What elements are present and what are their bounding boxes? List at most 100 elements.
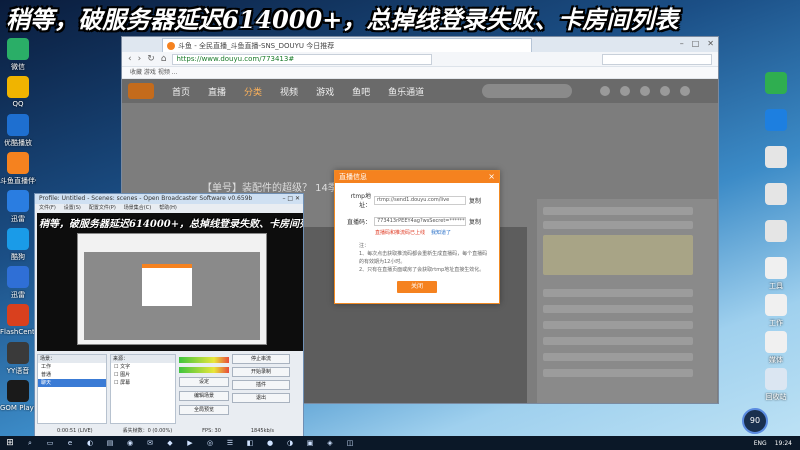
taskbar-app-icon[interactable]: ▶ [182,438,198,448]
rtmp-field[interactable]: rtmp://send1.douyu.com/live [374,195,466,205]
speed-widget[interactable]: 90 [742,408,768,434]
scenes-header: 场景： [38,355,106,363]
desktop-icon[interactable]: 回收站 [758,368,794,402]
forward-arrow-icon[interactable]: › [138,54,142,64]
taskbar-app-icon[interactable]: ☰ [222,438,238,448]
source-item[interactable]: ☐ 图片 [111,371,175,379]
desktop-icon[interactable] [758,146,794,170]
history-icon[interactable] [600,86,611,96]
desktop-icon[interactable] [758,220,794,244]
plugins-button[interactable]: 插件 [232,380,290,390]
nav-category[interactable]: 分类 [244,85,262,98]
desktop-icon[interactable]: 迅雷 [0,266,36,300]
desktop-icon[interactable]: GOM Player [0,380,36,412]
language-indicator[interactable]: ENG [754,440,767,447]
back-arrow-icon[interactable]: ‹ [128,54,132,64]
obs-window[interactable]: Profile: Untitled - Scenes: scenes - Ope… [34,193,304,437]
chat-panel [537,199,717,403]
message-icon[interactable] [660,86,671,96]
taskbar-app-icon[interactable]: ◑ [282,438,298,448]
desktop-icon[interactable]: 工作 [758,294,794,328]
obs-panels: 场景： 工作 普通 聊天 来源： ☐ 文字 ☐ 图片 ☐ 屏幕 设定 编辑场景 … [37,354,303,424]
taskbar-app-icon[interactable]: ◆ [162,438,178,448]
settings-button[interactable]: 设定 [179,377,229,387]
nav-yule[interactable]: 鱼乐通道 [388,85,424,98]
exit-button[interactable]: 退出 [232,393,290,403]
taskbar-app-icon[interactable]: ▤ [102,438,118,448]
desktop-icon[interactable]: QQ [0,76,36,108]
user-avatar-icon[interactable] [680,86,691,96]
taskbar-app-icon[interactable]: ◉ [122,438,138,448]
desktop-icon[interactable] [758,183,794,207]
obs-maximize-button[interactable]: □ [287,195,293,202]
taskbar-app-icon[interactable]: ● [262,438,278,448]
minimize-button[interactable]: – [680,39,684,48]
scene-item[interactable]: 工作 [38,363,106,371]
scene-item-selected[interactable]: 聊天 [38,379,106,387]
nav-home[interactable]: 首页 [172,85,190,98]
taskbar-app-icon[interactable]: ✉ [142,438,158,448]
bookmarks-bar[interactable]: 收藏 游戏 视频 ... [122,67,718,79]
source-item[interactable]: ☐ 文字 [111,363,175,371]
nav-yuba[interactable]: 鱼吧 [352,85,370,98]
dialog-close-button[interactable]: 关闭 [397,281,437,293]
desktop-icon[interactable]: FlashCenter [0,304,36,336]
nav-video[interactable]: 视频 [280,85,298,98]
taskbar-app-icon[interactable]: ▭ [42,438,58,448]
chat-message [543,221,693,229]
clock[interactable]: 19:24 [775,440,792,447]
taskbar-app-icon[interactable]: ◈ [322,438,338,448]
refresh-icon[interactable]: ↻ [147,54,155,64]
edit-scene-button[interactable]: 编辑场景 [179,391,229,401]
menu-help[interactable]: 帮助(H) [159,204,177,213]
chat-message [543,369,693,377]
obs-close-button[interactable]: ✕ [295,195,300,202]
desktop-icon[interactable]: 优酷播放 [0,114,36,148]
site-search-input[interactable] [482,84,573,98]
nav-live[interactable]: 直播 [208,85,226,98]
desktop-icon[interactable] [758,72,794,96]
desktop-icon[interactable]: 工具 [758,257,794,291]
close-button[interactable]: ✕ [707,39,714,48]
menu-scene-collection[interactable]: 场景集合(C) [124,204,151,213]
nav-game[interactable]: 游戏 [316,85,334,98]
browser-search-input[interactable] [602,53,712,65]
stop-stream-button[interactable]: 停止串流 [232,354,290,364]
windows-start-icon[interactable]: ⊞ [0,438,20,448]
taskbar-app-icon[interactable]: ◐ [82,438,98,448]
desktop-icon[interactable]: 媒体 [758,331,794,365]
taskbar-app-icon[interactable]: ◫ [342,438,358,448]
desktop-icon-label: 迅雷 [11,291,25,299]
download-icon[interactable] [640,86,651,96]
url-input[interactable]: https://www.douyu.com/773413# [172,53,433,65]
home-icon[interactable]: ⌂ [161,54,167,64]
taskbar-app-icon[interactable]: ▣ [302,438,318,448]
taskbar-app-icon[interactable]: e [62,438,78,448]
desktop-icon[interactable]: 迅雷 [0,190,36,224]
source-item[interactable]: ☐ 屏幕 [111,379,175,387]
copy-rtmp-button[interactable]: 复制 [469,196,481,205]
scene-item[interactable]: 普通 [38,371,106,379]
taskbar-app-icon[interactable]: ◧ [242,438,258,448]
douyu-logo[interactable] [128,83,154,99]
dialog-close-icon[interactable]: × [488,171,495,183]
acknowledge-link[interactable]: 我知道了 [431,229,451,236]
maximize-button[interactable]: □ [692,39,700,48]
menu-profile[interactable]: 配置文件(P) [89,204,116,213]
desktop-icon[interactable] [758,109,794,133]
copy-code-button[interactable]: 复制 [469,217,481,226]
stream-code-field[interactable]: 773413rPEEY4ag?wsSecret=************ [374,217,466,226]
fullscreen-preview-button[interactable]: 全局预览 [179,405,229,415]
start-record-button[interactable]: 开始录制 [232,367,290,377]
obs-minimize-button[interactable]: – [282,195,285,202]
menu-settings[interactable]: 设置(S) [64,204,81,213]
desktop-icon[interactable]: 斗鱼直播伴侣 [0,152,36,186]
desktop-icon[interactable]: 微信 [0,38,36,72]
desktop-icon[interactable]: 酷狗 [0,228,36,262]
browser-tab[interactable]: 斗鱼 - 全民直播_斗鱼直播-SNS_DOUYU 今日推荐 [162,38,532,52]
follow-icon[interactable] [620,86,631,96]
taskbar-app-icon[interactable]: ⌕ [22,438,38,448]
desktop-icon[interactable]: YY语音 [0,342,36,376]
menu-file[interactable]: 文件(F) [39,204,56,213]
taskbar-app-icon[interactable]: ◎ [202,438,218,448]
